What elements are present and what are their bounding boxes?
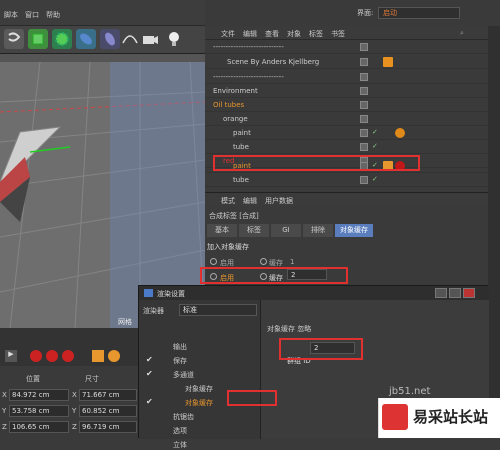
play-icon[interactable]: ▶ (5, 350, 17, 362)
key-icon[interactable] (108, 350, 120, 362)
section-title: 加入对象缓存 (207, 243, 249, 251)
coord-row: Y 53.758 cm Y 60.852 cm (0, 404, 138, 418)
settings-item[interactable]: 输出 (139, 339, 261, 352)
capsule-icon[interactable] (100, 29, 120, 49)
tab-exclusion[interactable]: 排除 (303, 224, 333, 237)
om-menu-object[interactable]: 对象 (287, 29, 301, 39)
maximize-button[interactable] (449, 288, 461, 298)
settings-item[interactable]: 抗锯齿 (139, 409, 261, 422)
settings-item[interactable]: ✔ 保存 (139, 353, 261, 366)
record-icon[interactable] (30, 350, 42, 362)
settings-item[interactable]: 选项 (139, 423, 261, 436)
highlight-object-buffer (227, 390, 277, 406)
tab-gi[interactable]: GI (271, 224, 301, 237)
camera-icon[interactable] (140, 29, 160, 49)
coordinates-panel: ▶ 位置 尺寸 X 84.972 cm X 71.667 cm Y 53.758… (0, 328, 138, 438)
position-header: 位置 (26, 375, 40, 383)
viewport-grid-label: 网格 (118, 318, 132, 326)
om-menu-file[interactable]: 文件 (221, 29, 235, 39)
menu-script[interactable]: 脚本 (4, 10, 18, 20)
size-y-input[interactable]: 60.852 cm (79, 405, 137, 417)
right-sidebar (488, 26, 500, 438)
watermark: 易采站长站 jb51.net (378, 386, 500, 438)
list-item[interactable]: Environment (205, 84, 488, 98)
pos-x-input[interactable]: 84.972 cm (9, 389, 69, 401)
renderer-label: 渲染器 (143, 307, 164, 315)
pos-y-input[interactable]: 53.758 cm (9, 405, 69, 417)
object-manager-menu: 文件 编辑 查看 对象 标签 书签 ⌕ (205, 26, 488, 40)
watermark-site: jb51.net (389, 386, 431, 397)
transport-bar: ▶ (0, 328, 138, 366)
record-icon[interactable] (46, 350, 58, 362)
om-menu-edit[interactable]: 编辑 (243, 29, 257, 39)
highlight-group-id (279, 338, 363, 360)
size-x-input[interactable]: 71.667 cm (79, 389, 137, 401)
object-buffer-header: 对象缓存 忽略 (267, 325, 312, 333)
size-header: 尺寸 (85, 375, 99, 383)
close-button[interactable] (463, 288, 475, 298)
search-icon[interactable]: ⌕ (460, 29, 464, 38)
coord-row: Z 106.65 cm Z 96.719 cm (0, 420, 138, 434)
attr-menu-edit[interactable]: 编辑 (243, 196, 257, 206)
highlight-paint-row (213, 155, 420, 171)
list-item[interactable]: tube ✓ (205, 173, 488, 187)
interface-label: 界面: (357, 9, 374, 17)
tab-object-buffer[interactable]: 对象缓存 (335, 224, 373, 237)
viewport-header (0, 54, 205, 62)
light-icon[interactable] (164, 29, 184, 49)
settings-item[interactable]: 立体 (139, 437, 261, 450)
om-menu-tags[interactable]: 标签 (309, 29, 323, 39)
highlight-enable-row (200, 267, 348, 284)
list-item[interactable]: tube ✓ (205, 140, 488, 154)
material-tag-icon (395, 128, 405, 138)
renderer-select[interactable]: 标准 (179, 304, 257, 316)
render-icon (144, 289, 153, 297)
om-menu-view[interactable]: 查看 (265, 29, 279, 39)
menu-bar: 脚本 窗口 帮助 (0, 0, 205, 26)
watermark-logo (382, 404, 408, 430)
list-item[interactable]: Scene By Anders Kjellberg (205, 55, 488, 69)
interface-select[interactable]: 启动 (378, 7, 460, 19)
main-toolbar (0, 26, 205, 54)
attribute-tabs: 基本 标签 GI 排除 对象缓存 (205, 224, 488, 238)
menu-help[interactable]: 帮助 (46, 10, 60, 20)
cube-icon[interactable] (28, 29, 48, 49)
coord-row: X 84.972 cm X 71.667 cm (0, 388, 138, 402)
list-item[interactable]: ---------------------------- (205, 70, 488, 84)
cache-value-1[interactable]: 1 (290, 258, 294, 266)
tab-tags[interactable]: 标签 (239, 224, 269, 237)
dialog-titlebar: 渲染设置 (139, 286, 489, 300)
settings-item[interactable]: ✔ 多通道 (139, 367, 261, 380)
list-item[interactable]: Oil tubes (205, 98, 488, 112)
script-icon[interactable] (4, 29, 24, 49)
dialog-title: 渲染设置 (157, 290, 185, 298)
om-menu-bookmarks[interactable]: 书签 (331, 29, 345, 39)
dialog-settings-list: 渲染器 标准 输出 ✔ 保存 ✔ 多通道 对象缓存 ✔ 对象缓存 抗锯齿 选项 立体 (139, 300, 261, 449)
radio-cache-1[interactable] (260, 258, 267, 265)
tab-basic[interactable]: 基本 (207, 224, 237, 237)
flower-icon[interactable] (76, 29, 96, 49)
key-icon[interactable] (92, 350, 104, 362)
record-icon[interactable] (62, 350, 74, 362)
list-item[interactable]: ---------------------------- (205, 40, 488, 54)
spline-icon[interactable] (120, 29, 140, 49)
size-z-input[interactable]: 96.719 cm (79, 421, 137, 433)
attr-menu-userdata[interactable]: 用户数据 (265, 196, 293, 206)
attributes-menu: 模式 编辑 用户数据 (205, 192, 488, 206)
tag-icon (383, 57, 393, 67)
pos-z-input[interactable]: 106.65 cm (9, 421, 69, 433)
menu-window[interactable]: 窗口 (25, 10, 39, 20)
list-item[interactable]: orange (205, 112, 488, 126)
gear-icon[interactable] (52, 29, 72, 49)
list-item[interactable]: paint ✓ (205, 126, 488, 140)
radio-enable-1[interactable] (210, 258, 217, 265)
attributes-title: 合成标签 [合成] (209, 212, 259, 220)
attr-menu-mode[interactable]: 模式 (221, 196, 235, 206)
watermark-brand: 易采站长站 (413, 408, 489, 426)
minimize-button[interactable] (435, 288, 447, 298)
